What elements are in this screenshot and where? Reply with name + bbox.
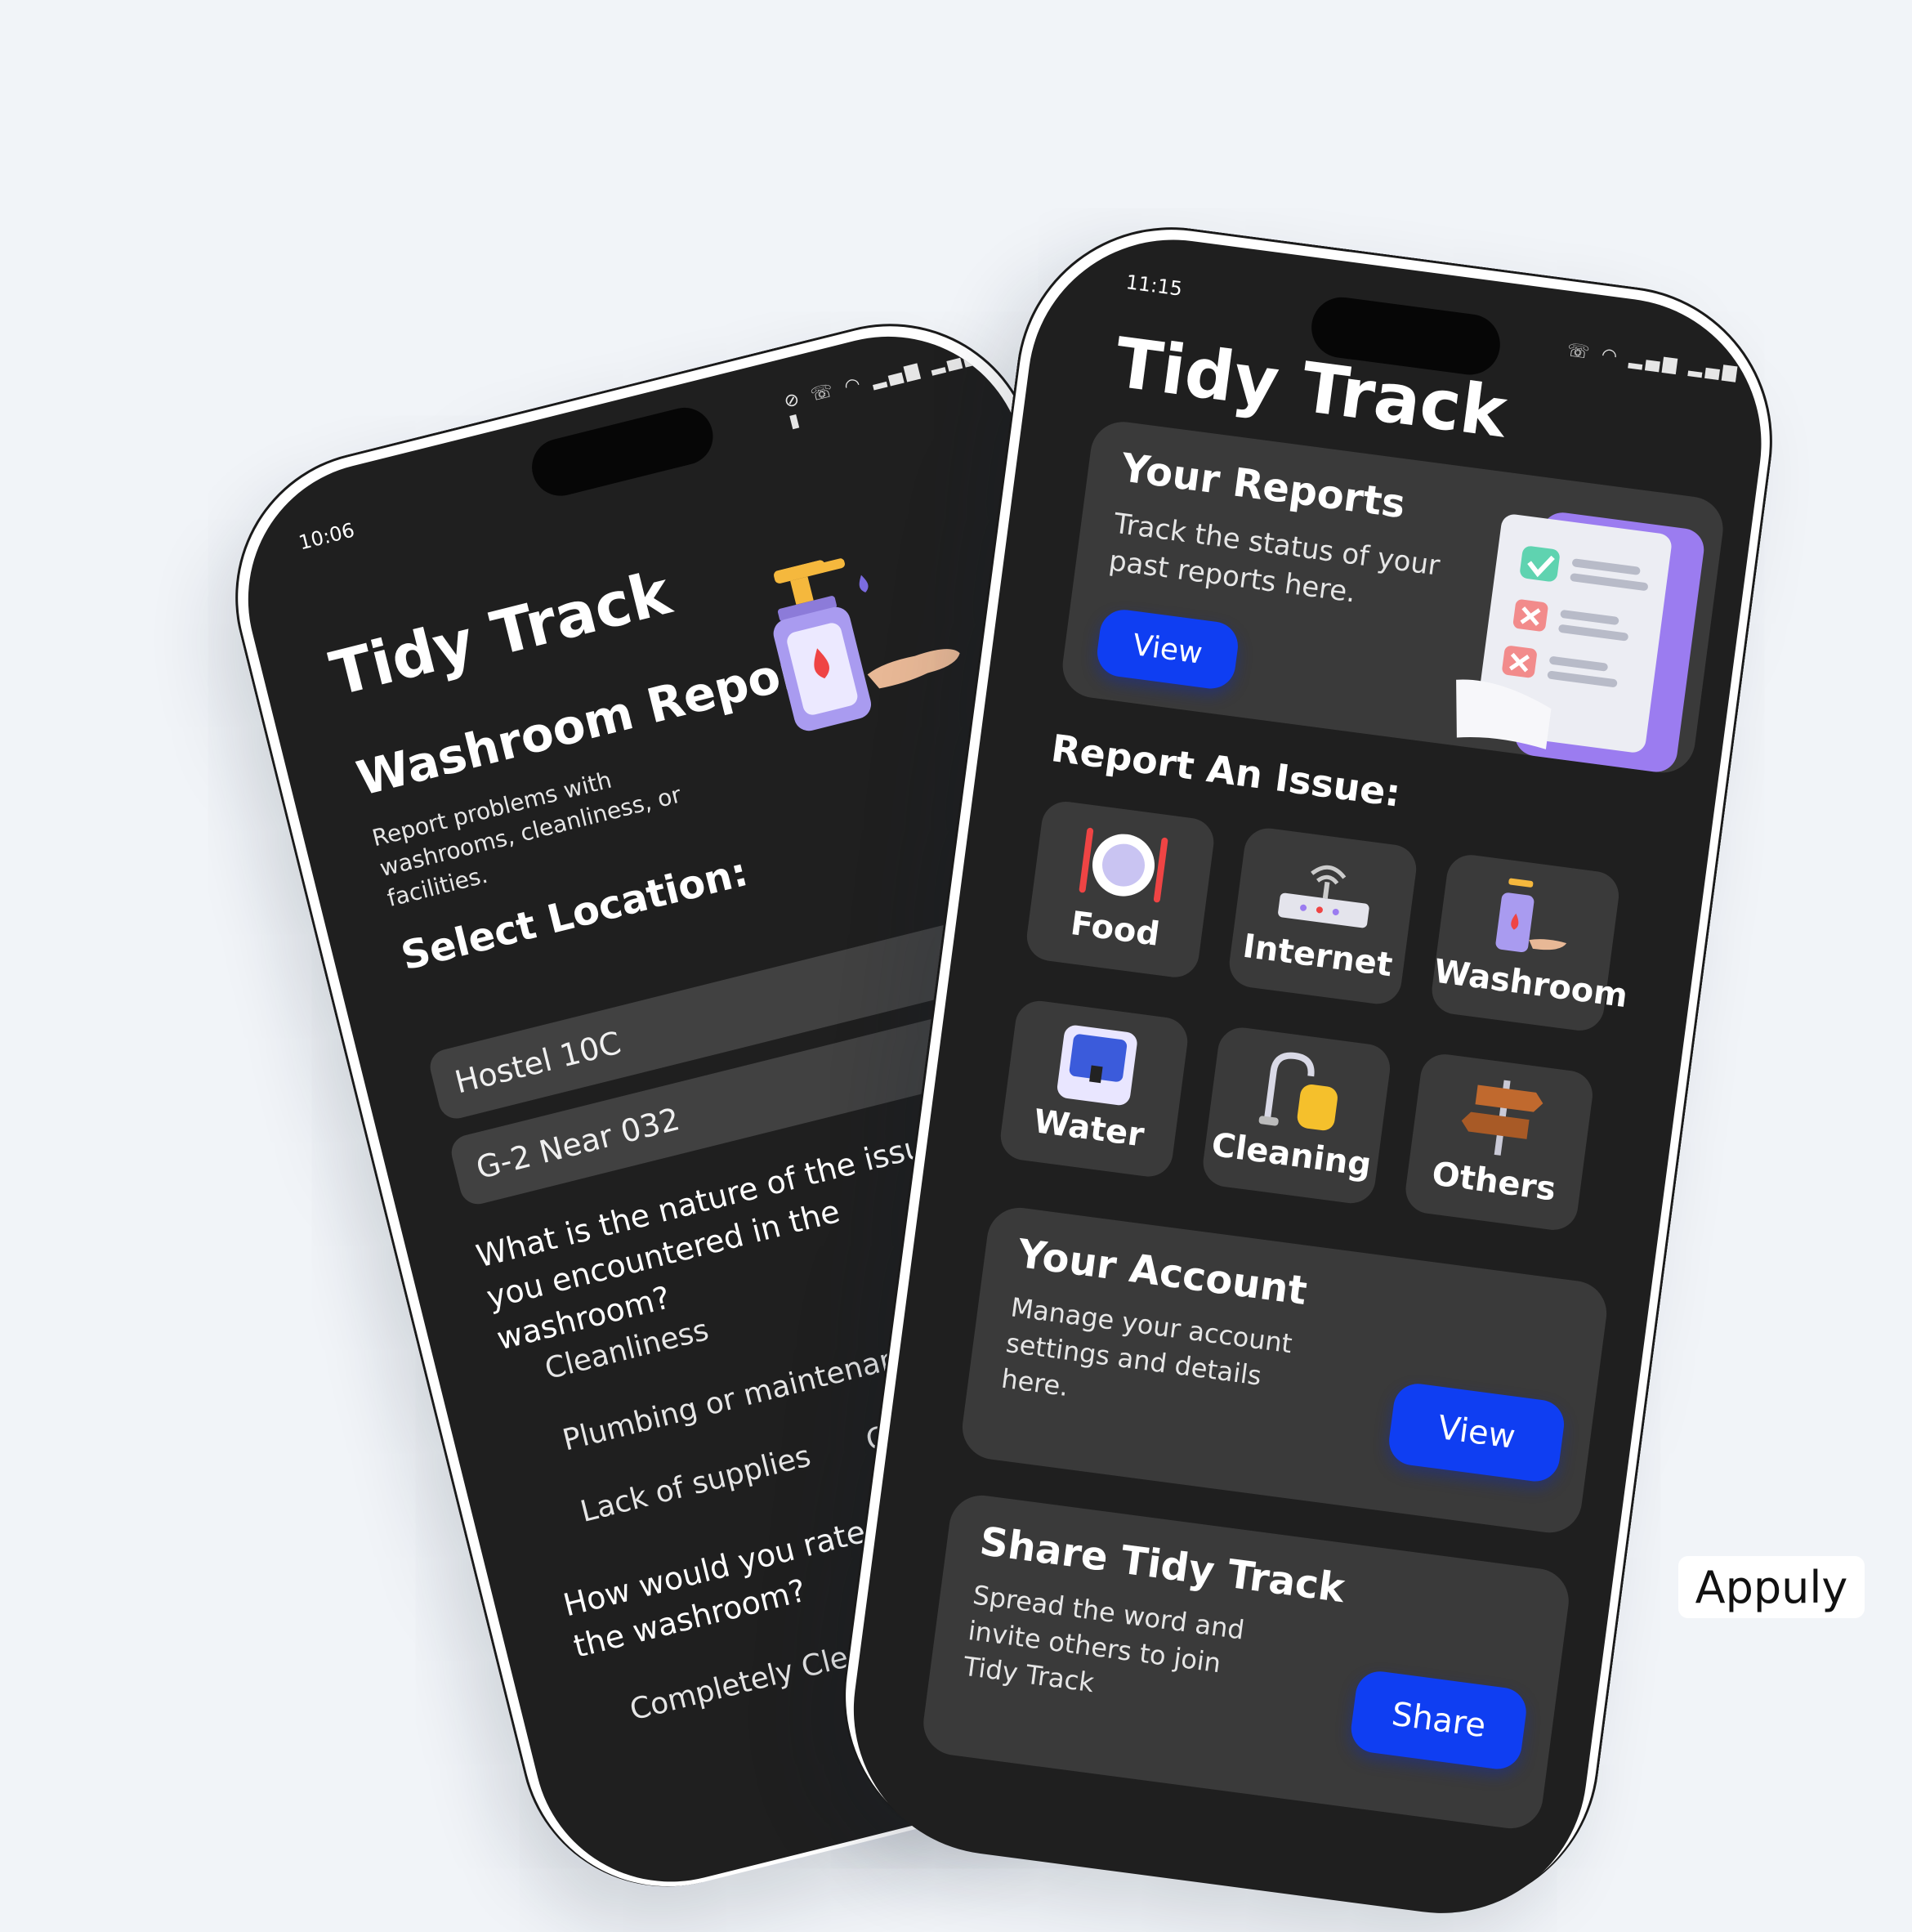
account-view-button[interactable]: View bbox=[1386, 1380, 1567, 1485]
share-card[interactable]: Share Tidy Track Spread the word and inv… bbox=[919, 1491, 1573, 1832]
status-icons: ⊘ ☏ ◠ ▂▄▆ ▂▄▆ ▮ bbox=[782, 343, 983, 432]
your-account-card[interactable]: Your Account Manage your account setting… bbox=[958, 1204, 1610, 1537]
reports-text: Track the status of your past reports he… bbox=[1106, 507, 1442, 610]
soap-dispenser-illustration bbox=[736, 530, 985, 755]
checklist-illustration bbox=[1438, 492, 1715, 783]
signpost-icon bbox=[1452, 1071, 1552, 1167]
status-time: 10:06 bbox=[296, 518, 357, 555]
category-washroom-tile[interactable]: Washroom bbox=[1428, 852, 1630, 1034]
brand-badge: Appuly bbox=[1678, 1556, 1865, 1618]
reports-view-button[interactable]: View bbox=[1094, 606, 1241, 692]
category-internet-tile[interactable]: Internet bbox=[1226, 825, 1419, 1007]
router-icon bbox=[1267, 844, 1383, 942]
your-reports-card[interactable]: Your Reports Track the status of your pa… bbox=[1058, 418, 1727, 777]
vacuum-cleaner-icon bbox=[1249, 1044, 1350, 1140]
plate-cutlery-icon bbox=[1069, 818, 1177, 915]
category-cleaning-tile[interactable]: Cleaning bbox=[1199, 1024, 1393, 1206]
category-water-tile[interactable]: Water bbox=[998, 998, 1191, 1180]
dynamic-island bbox=[525, 401, 719, 503]
report-issue-title: Report An Issue: bbox=[1048, 726, 1404, 816]
location-option-label: G-2 Near 032 bbox=[472, 1100, 684, 1187]
status-time: 11:15 bbox=[1124, 271, 1184, 301]
share-text: Spread the word and invite others to joi… bbox=[961, 1579, 1247, 1699]
issue-option-supplies[interactable]: Lack of supplies bbox=[577, 1439, 814, 1529]
category-food-tile[interactable]: Food bbox=[1024, 798, 1217, 981]
soap-dispenser-icon bbox=[1474, 871, 1583, 968]
water-cooler-icon bbox=[1047, 1018, 1147, 1114]
status-icons: ☏ ◠ ▂▄▆ ▂▄▆ ▮ bbox=[1566, 340, 1763, 387]
category-others-tile[interactable]: Others bbox=[1402, 1051, 1596, 1233]
account-text: Manage your account settings and details… bbox=[999, 1291, 1294, 1403]
share-button[interactable]: Share bbox=[1348, 1668, 1530, 1773]
